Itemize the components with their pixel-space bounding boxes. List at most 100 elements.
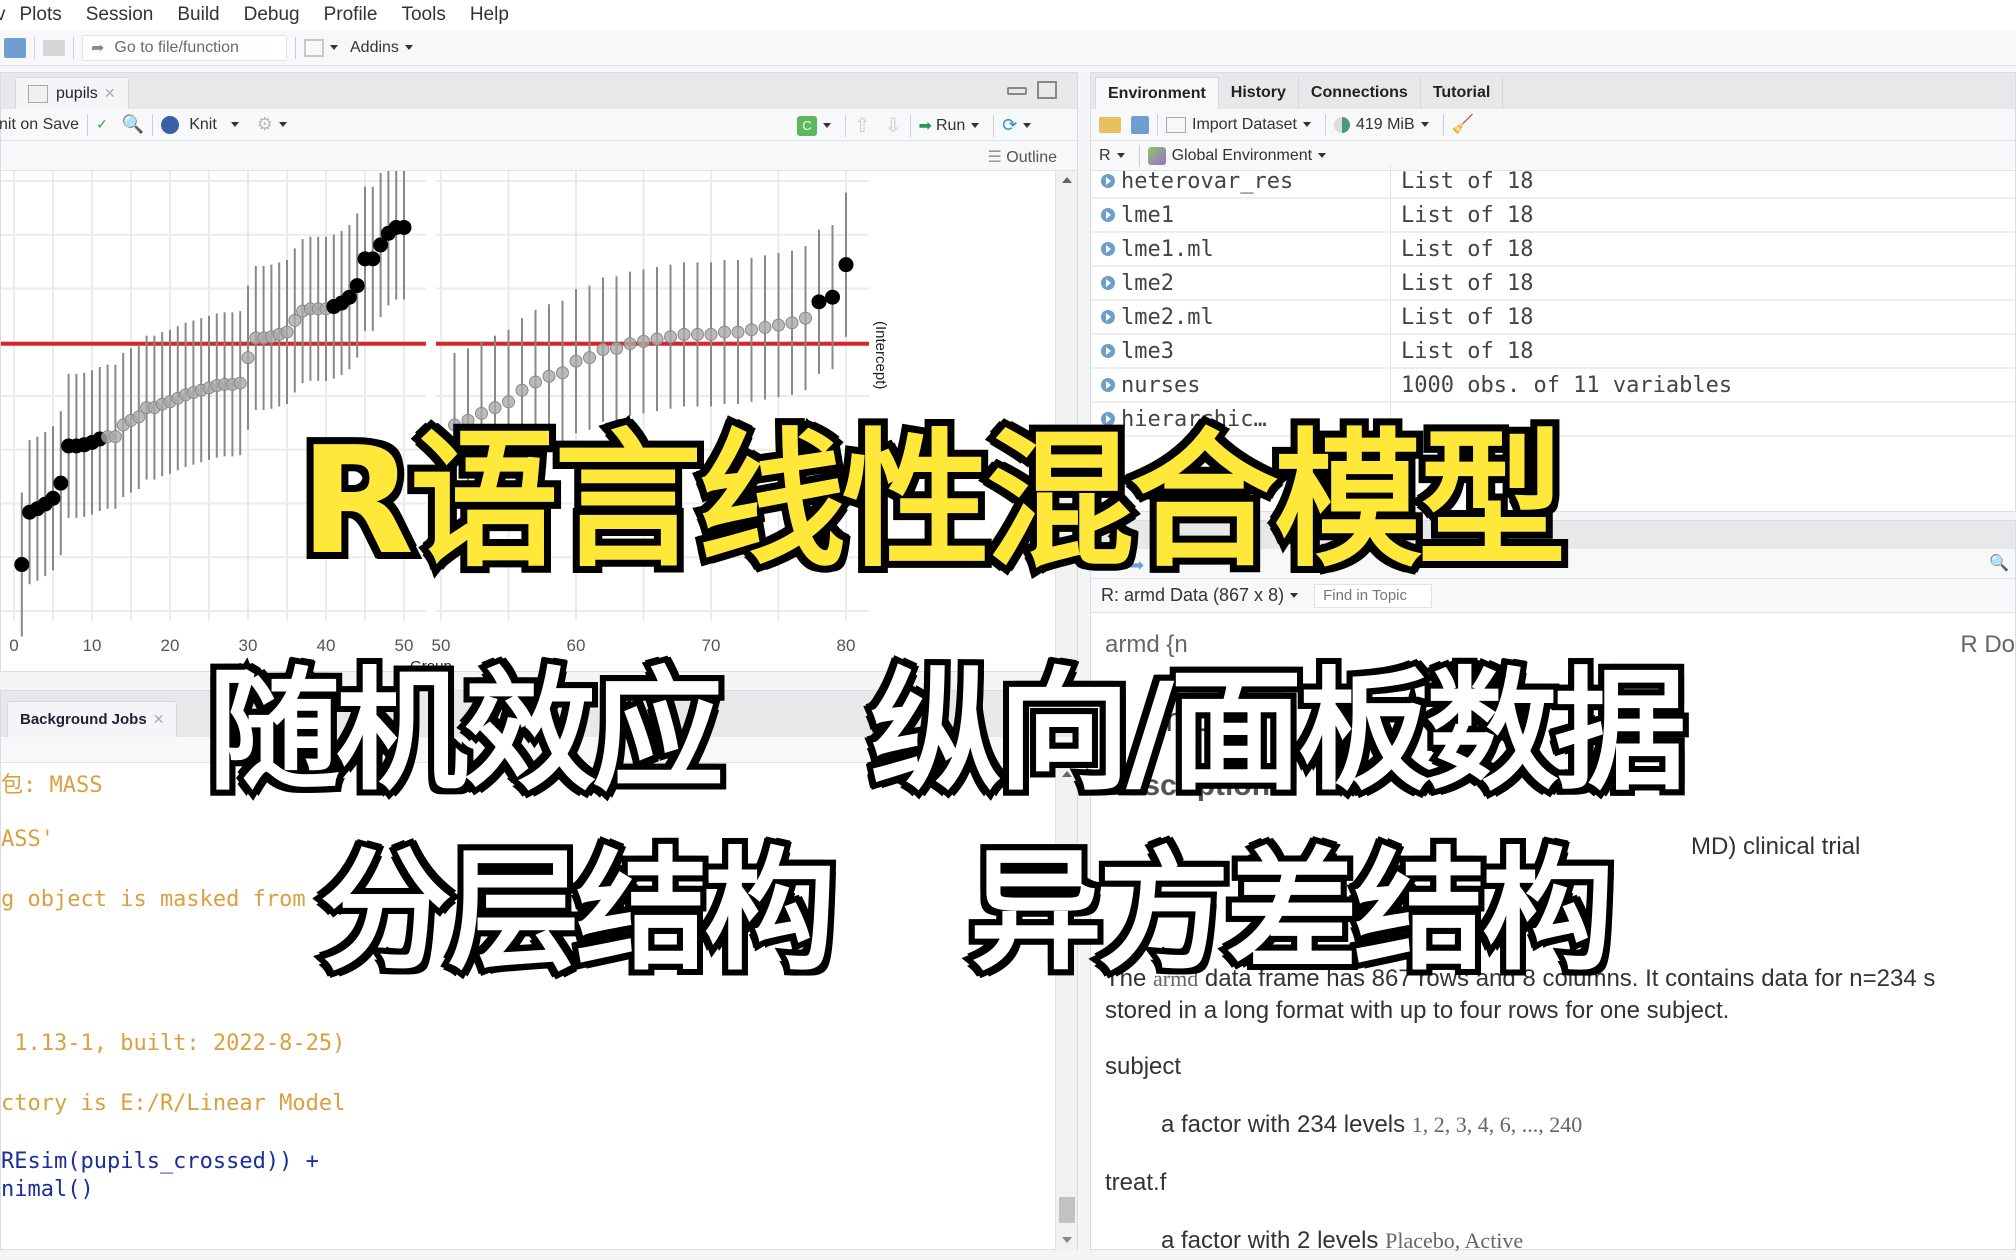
environment-row[interactable]: lme1 List of 18 [1091,199,2015,233]
expand-icon[interactable] [1101,276,1115,290]
search-icon[interactable]: 🔍 [122,114,144,135]
expand-icon[interactable] [1101,208,1115,222]
chevron-down-icon[interactable] [330,45,338,50]
knit-button[interactable]: Knit [189,116,217,134]
divider [295,36,296,59]
menu-item-session[interactable]: Session [86,4,154,26]
variable-value: List of 18 [1401,270,1534,296]
arrow-up-icon[interactable]: ⇧ [854,113,871,138]
close-icon[interactable]: ✕ [153,711,165,728]
data-point [838,257,854,273]
data-point [758,320,772,334]
variable-name: heterovar_res [1121,168,1294,194]
menu-item-plots[interactable]: Plots [20,4,62,26]
scroll-down-icon[interactable] [1062,1237,1072,1243]
menu-bar: v Plots Session Build Debug Profile Tool… [0,0,2016,30]
outline-bar: ☰ Outline [1,141,1077,171]
save-all-icon[interactable] [4,37,26,58]
goto-file-input[interactable]: ➦ Go to file/function [82,34,287,61]
knit-on-save-checkbox[interactable]: nit on Save [0,116,79,134]
scroll-thumb[interactable] [1059,1197,1075,1223]
console-line: g object is masked from [1,887,306,912]
data-point [677,327,691,341]
chevron-down-icon[interactable] [230,122,239,127]
tab-history[interactable]: History [1219,77,1299,109]
chevron-down-icon[interactable] [1302,122,1311,127]
chevron-down-icon[interactable] [1420,122,1429,127]
help-item-subject: subject [1105,1053,1182,1080]
data-point [349,278,365,294]
grid-layout-icon[interactable] [304,38,324,57]
variable-name-cell: lme3 [1091,335,1391,367]
print-icon[interactable] [43,39,65,56]
tab-environment[interactable]: Environment [1095,77,1219,109]
tab-connections[interactable]: Connections [1299,77,1421,109]
addins-button[interactable]: Addins [350,39,399,57]
chevron-down-icon[interactable] [971,123,980,128]
chevron-down-icon[interactable] [404,45,413,50]
environment-row[interactable]: lme2 List of 18 [1091,267,2015,301]
source-tabs: pupils ✕ [1,73,1077,109]
chevron-down-icon[interactable] [1023,123,1032,128]
x-tick-label: 0 [9,636,18,655]
menu-item-tools[interactable]: Tools [401,4,445,26]
expand-icon[interactable] [1101,344,1115,358]
variable-name-cell: heterovar_res [1091,165,1391,197]
chevron-down-icon[interactable] [823,123,831,128]
save-icon[interactable] [1131,115,1149,134]
menu-item-build[interactable]: Build [177,4,219,26]
x-tick-label: 20 [161,636,180,655]
environment-row[interactable]: lme1.ml List of 18 [1091,233,2015,267]
data-point [637,334,650,348]
menu-item-view-partial[interactable]: v [0,4,6,26]
rerun-icon[interactable]: ⟳ [1002,115,1017,136]
variable-value: List of 18 [1401,202,1534,228]
environment-row[interactable]: lme2.ml List of 18 [1091,301,2015,335]
data-point [811,294,827,310]
variable-name: lme1 [1121,202,1174,228]
run-button[interactable]: Run [936,117,965,135]
variable-name: lme2.ml [1121,304,1214,330]
minimize-icon[interactable] [1007,87,1027,95]
data-point [718,325,731,339]
tab-pupils[interactable]: pupils ✕ [15,77,129,109]
gear-icon[interactable]: ⚙ [257,114,273,135]
environment-select[interactable]: Global Environment [1172,147,1313,165]
divider [1157,113,1158,136]
x-tick-label: 10 [83,636,102,655]
open-folder-icon[interactable] [1099,116,1121,133]
expand-icon[interactable] [1101,242,1115,256]
language-select[interactable]: R [1099,147,1111,165]
expand-icon[interactable] [1101,174,1115,188]
environment-row[interactable]: heterovar_res List of 18 [1091,165,2015,199]
outline-label: Outline [1006,149,1057,166]
tab-label: pupils [56,84,98,102]
run-icon: ➡ [918,117,932,135]
environment-row[interactable]: lme3 List of 18 [1091,335,2015,369]
expand-icon[interactable] [1101,310,1115,324]
scroll-up-icon[interactable] [1062,177,1072,183]
tab-background-jobs[interactable]: Background Jobs ✕ [7,701,178,737]
menu-item-profile[interactable]: Profile [324,4,378,26]
chevron-down-icon[interactable] [278,122,287,127]
variable-name: lme2 [1121,270,1174,296]
insert-chunk-icon[interactable]: C [797,115,817,136]
outline-button[interactable]: ☰ Outline [988,147,1058,167]
memory-usage[interactable]: 419 MiB [1356,116,1415,134]
close-icon[interactable]: ✕ [104,85,116,102]
tab-tutorial[interactable]: Tutorial [1421,77,1504,109]
spellcheck-icon[interactable]: ✓ [96,116,108,133]
console-line: 包: MASS [1,773,103,798]
menu-item-debug[interactable]: Debug [244,4,300,26]
chevron-down-icon[interactable] [1318,153,1327,158]
broom-icon[interactable]: 🧹 [1452,114,1474,135]
menu-item-help[interactable]: Help [470,4,509,26]
arrow-down-icon[interactable]: ⇩ [885,113,902,138]
divider [87,113,89,136]
variable-value: List of 18 [1401,338,1534,364]
import-dataset-button[interactable]: Import Dataset [1192,116,1297,134]
overlay-title-line2b: 纵向/面板数据 [864,649,1692,815]
chevron-down-icon[interactable] [1116,153,1125,158]
help-search-icon[interactable]: 🔍 [1989,553,2009,573]
maximize-icon[interactable] [1037,81,1057,99]
